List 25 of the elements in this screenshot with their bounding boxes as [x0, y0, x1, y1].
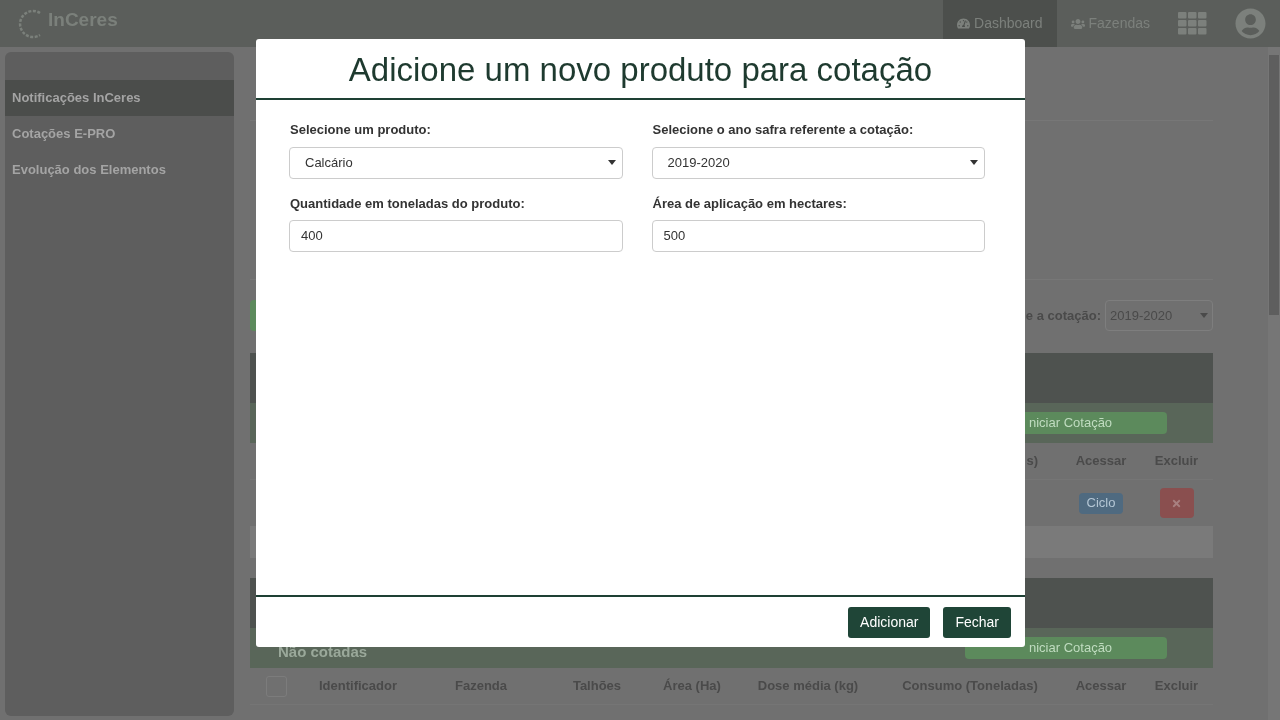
input-field[interactable]: 400 — [289, 220, 623, 252]
cycle-button[interactable]: Ciclo — [1078, 492, 1124, 514]
sidebar-item[interactable]: Evolução dos Elementos — [5, 152, 234, 188]
field-label: Quantidade em toneladas do produto: — [290, 194, 526, 213]
field-label: Selecione um produto: — [290, 121, 432, 139]
caret-icon — [607, 160, 616, 165]
avatar-icon[interactable] — [1235, 8, 1266, 39]
dashboard-icon — [957, 17, 970, 30]
field-label: Selecione o ano safra referente a cotação: — [652, 121, 915, 139]
caret-icon — [970, 160, 978, 165]
modal-title: Adicione um novo produto para cotação — [348, 49, 933, 90]
delete-button[interactable] — [1159, 488, 1194, 518]
field-label: Área de aplicação em hectares: — [652, 194, 848, 213]
panel-title: Não cotadas — [278, 641, 368, 662]
sidebar-item[interactable]: Cotações E-PRO — [5, 116, 234, 152]
input-field[interactable]: 500 — [651, 220, 985, 252]
dialog-button[interactable]: Fechar — [943, 606, 1011, 638]
close-icon — [1171, 497, 1182, 509]
select-field[interactable]: Calcário — [289, 146, 623, 179]
dialog-button[interactable]: Adicionar — [848, 606, 931, 638]
caret-icon — [1200, 313, 1208, 318]
users-icon — [1070, 16, 1085, 31]
sidebar-item[interactable]: Notificações InCeres — [5, 80, 234, 116]
select-field[interactable]: 2019-2020 — [651, 146, 985, 179]
apps-grid-icon[interactable] — [1178, 12, 1207, 35]
